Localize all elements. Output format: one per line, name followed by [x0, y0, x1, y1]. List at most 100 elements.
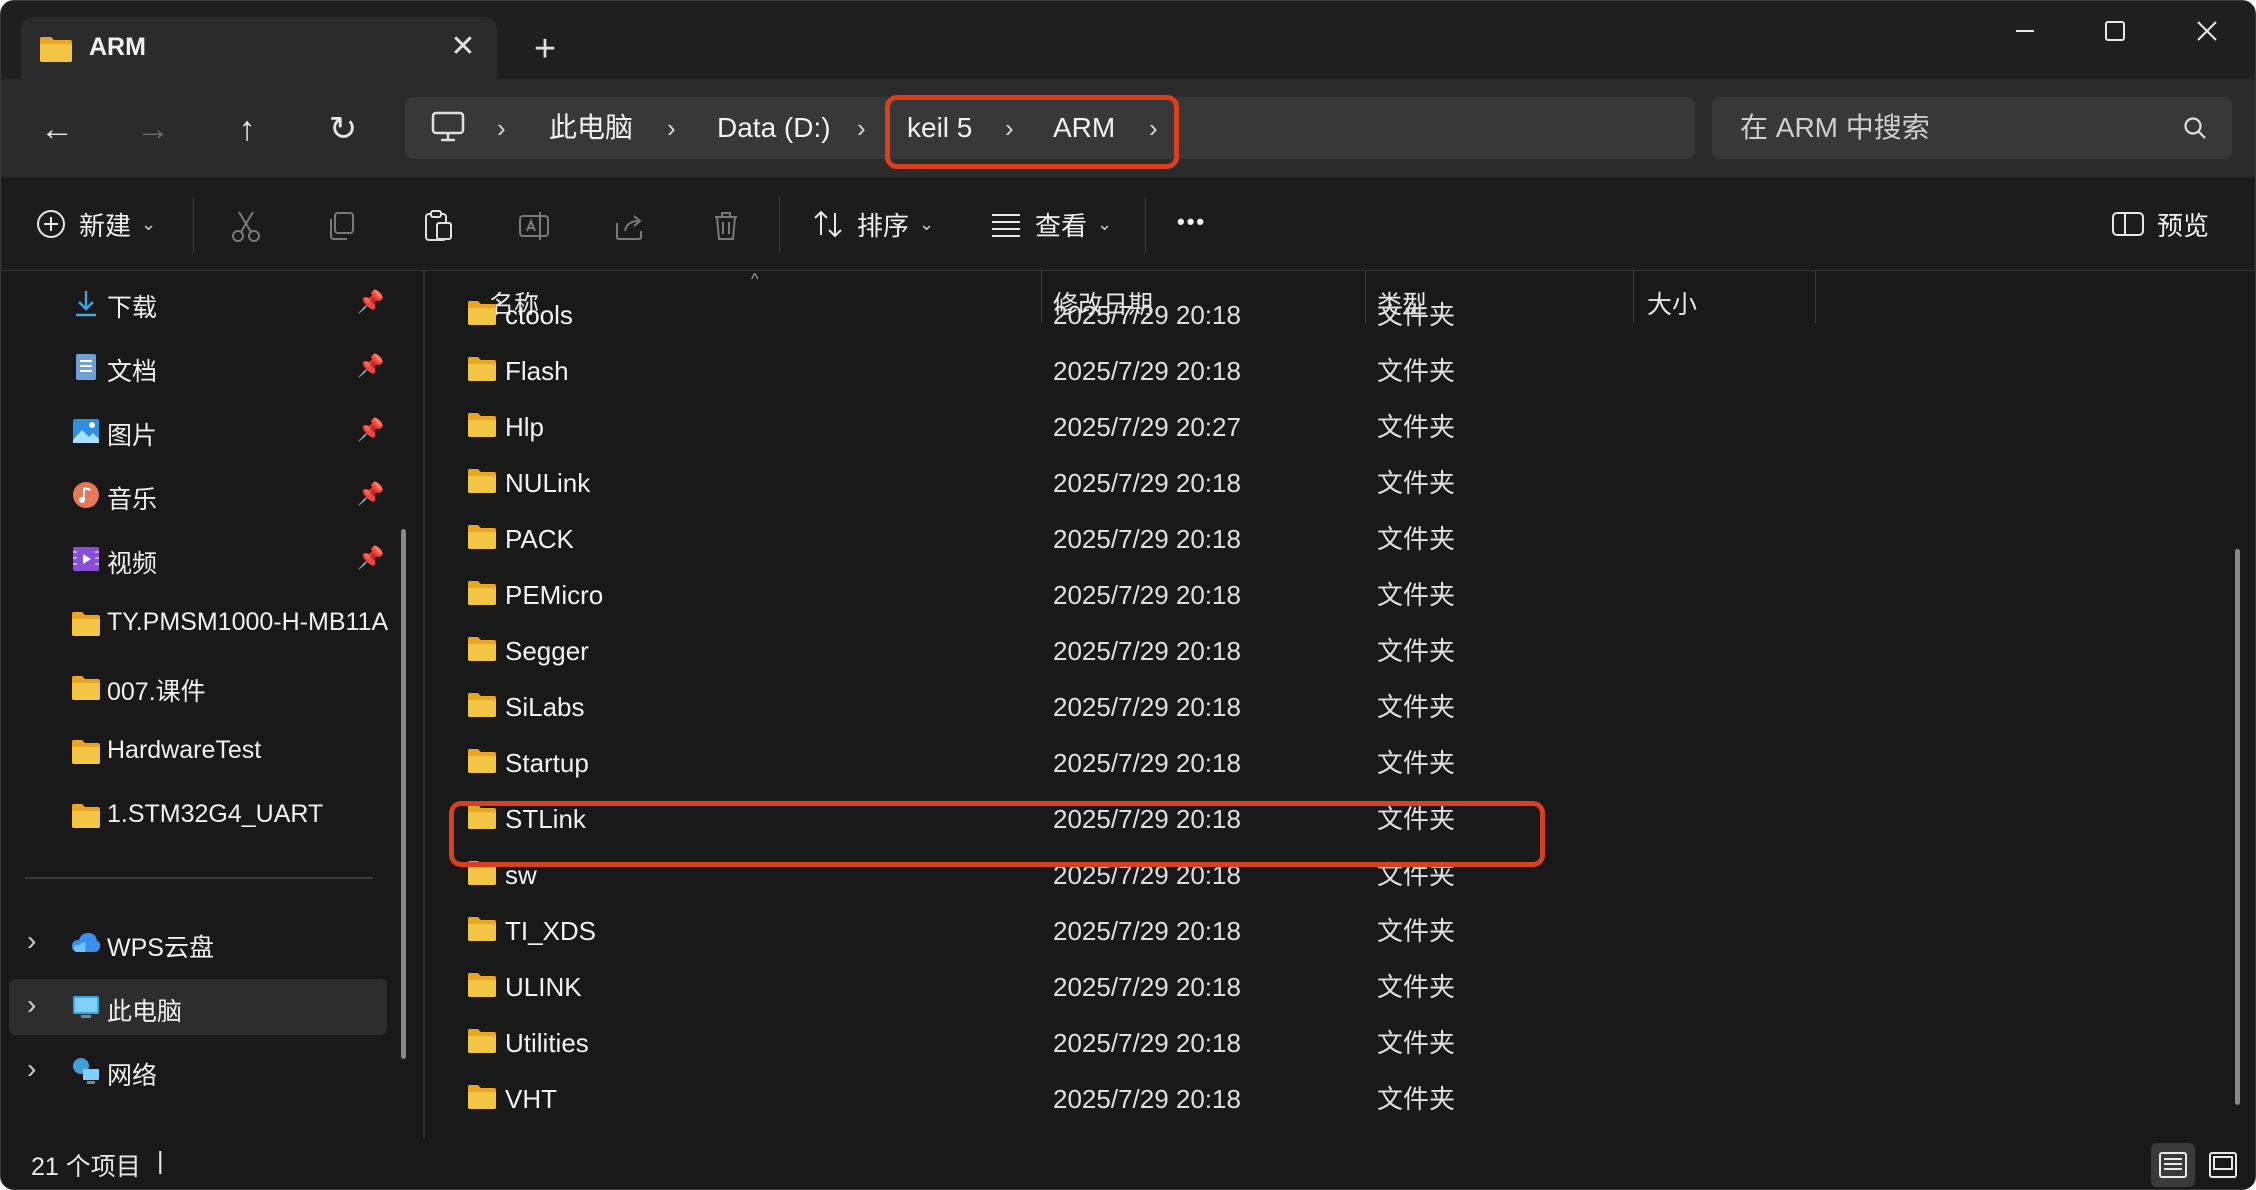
sidebar-item-ty-pmsm[interactable]: TY.PMSM1000-H-MB11A — [1, 595, 391, 651]
pin-icon[interactable]: 📌 — [357, 353, 384, 379]
large-icons-view-button[interactable] — [2201, 1143, 2245, 1187]
sidebar-item-label: 视频 — [107, 550, 158, 578]
pin-icon[interactable]: 📌 — [357, 417, 384, 443]
preview-pane-button[interactable]: 预览 — [2111, 199, 2209, 249]
file-type: 文件夹 — [1377, 636, 1456, 666]
sidebar-item-downloads[interactable]: 下载 📌 — [1, 275, 391, 331]
file-date: 2025/7/29 20:18 — [1053, 1028, 1241, 1058]
up-button[interactable]: ↑ — [219, 101, 275, 157]
file-row[interactable]: VHT 2025/7/29 20:18 文件夹 — [445, 1071, 1945, 1127]
folder-icon — [467, 636, 497, 667]
file-row[interactable]: TI_XDS 2025/7/29 20:18 文件夹 — [445, 903, 1945, 959]
file-name: Flash — [505, 356, 569, 386]
search-icon[interactable] — [2182, 115, 2208, 146]
folder-icon — [467, 692, 497, 723]
folder-icon — [467, 356, 497, 387]
file-row[interactable]: Segger 2025/7/29 20:18 文件夹 — [445, 623, 1945, 679]
sidebar-scrollbar[interactable] — [401, 529, 406, 1059]
new-tab-button[interactable]: + — [521, 25, 569, 73]
copy-button[interactable] — [325, 201, 359, 251]
divider — [193, 197, 194, 253]
file-row[interactable]: NULink 2025/7/29 20:18 文件夹 — [445, 455, 1945, 511]
view-button[interactable]: 查看 ⌄ — [989, 199, 1112, 249]
file-row[interactable]: PEMicro 2025/7/29 20:18 文件夹 — [445, 567, 1945, 623]
search-input[interactable]: 在 ARM 中搜索 — [1712, 97, 2232, 159]
folder-icon — [467, 524, 497, 555]
folder-icon — [467, 972, 497, 1003]
file-date: 2025/7/29 20:18 — [1053, 468, 1241, 498]
close-window-button[interactable] — [2177, 9, 2237, 53]
file-name: TI_XDS — [505, 916, 597, 946]
file-name: Hlp — [505, 412, 545, 442]
tab-arm[interactable]: ARM ✕ — [21, 17, 497, 79]
delete-button[interactable] — [709, 201, 743, 251]
back-button[interactable]: ← — [29, 101, 85, 157]
file-list-scrollbar[interactable] — [2235, 549, 2240, 1105]
file-name: Utilities — [505, 1028, 589, 1058]
chevron-down-icon: ⌄ — [919, 213, 935, 234]
sidebar-item-label: TY.PMSM1000-H-MB11A — [107, 608, 389, 636]
file-date: 2025/7/29 20:18 — [1053, 916, 1241, 946]
file-row[interactable]: Utilities 2025/7/29 20:18 文件夹 — [445, 1015, 1945, 1071]
folder-icon — [71, 800, 101, 830]
sidebar-item-documents[interactable]: 文档 📌 — [1, 339, 391, 395]
large-icons-view-icon — [2209, 1152, 2237, 1178]
forward-button[interactable]: → — [125, 101, 181, 157]
details-view-button[interactable] — [2151, 1143, 2195, 1187]
sort-button[interactable]: 排序 ⌄ — [811, 199, 934, 249]
file-row[interactable]: SiLabs 2025/7/29 20:18 文件夹 — [445, 679, 1945, 735]
chevron-right-icon[interactable]: › — [857, 97, 866, 159]
more-options-button[interactable]: ••• — [1177, 197, 1206, 247]
sidebar-item-label: WPS云盘 — [107, 934, 214, 962]
sidebar-item-007[interactable]: 007.课件 — [1, 659, 391, 715]
chevron-right-icon[interactable]: › — [27, 925, 36, 957]
maximize-button[interactable] — [2085, 9, 2145, 53]
file-row[interactable]: Flash 2025/7/29 20:18 文件夹 — [445, 343, 1945, 399]
pin-icon[interactable]: 📌 — [357, 289, 384, 315]
share-button[interactable] — [613, 201, 647, 251]
file-row[interactable]: ctools 2025/7/29 20:18 文件夹 — [445, 287, 1945, 343]
folder-icon — [467, 1084, 497, 1115]
file-row[interactable]: Startup 2025/7/29 20:18 文件夹 — [445, 735, 1945, 791]
file-type: 文件夹 — [1377, 972, 1456, 1002]
file-name: ctools — [505, 300, 573, 330]
sidebar-item-hardwaretest[interactable]: HardwareTest — [1, 723, 391, 779]
folder-icon — [39, 35, 73, 68]
sidebar-item-music[interactable]: 音乐 📌 — [1, 467, 391, 523]
music-icon — [71, 480, 101, 510]
pin-icon[interactable]: 📌 — [357, 481, 384, 507]
file-row[interactable]: PACK 2025/7/29 20:18 文件夹 — [445, 511, 1945, 567]
cut-button[interactable] — [229, 201, 263, 251]
sidebar-item-this-pc[interactable]: › 此电脑 — [9, 979, 387, 1035]
file-type: 文件夹 — [1377, 412, 1456, 442]
close-tab-icon[interactable]: ✕ — [441, 25, 485, 69]
breadcrumb-data-drive[interactable]: Data (D:) — [717, 97, 831, 159]
breadcrumb-this-pc[interactable]: 此电脑 — [549, 97, 633, 159]
sidebar-item-network[interactable]: › 网络 — [1, 1043, 391, 1099]
pin-icon[interactable]: 📌 — [357, 545, 384, 571]
file-name: SiLabs — [505, 692, 585, 722]
refresh-button[interactable]: ↻ — [315, 101, 371, 157]
rename-button[interactable] — [517, 201, 551, 251]
folder-icon — [467, 468, 497, 499]
minimize-button[interactable] — [1995, 9, 2055, 53]
folder-icon — [71, 736, 101, 766]
chevron-right-icon[interactable]: › — [27, 1053, 36, 1085]
tab-title: ARM — [89, 33, 146, 61]
chevron-right-icon[interactable]: › — [667, 97, 676, 159]
file-row[interactable]: Hlp 2025/7/29 20:27 文件夹 — [445, 399, 1945, 455]
sidebar-item-label: HardwareTest — [107, 736, 262, 764]
chevron-down-icon: ⌄ — [1097, 213, 1113, 234]
file-type: 文件夹 — [1377, 524, 1456, 554]
sidebar-item-wps-cloud[interactable]: › WPS云盘 — [1, 915, 391, 971]
sidebar-item-videos[interactable]: 视频 📌 — [1, 531, 391, 587]
new-button[interactable]: 新建 ⌄ — [35, 199, 156, 249]
chevron-right-icon[interactable]: › — [497, 97, 506, 159]
trash-icon — [709, 209, 743, 243]
paste-button[interactable] — [421, 201, 455, 251]
chevron-right-icon[interactable]: › — [27, 989, 36, 1021]
sidebar-item-pictures[interactable]: 图片 📌 — [1, 403, 391, 459]
folder-icon — [467, 580, 497, 611]
file-row[interactable]: ULINK 2025/7/29 20:18 文件夹 — [445, 959, 1945, 1015]
sidebar-item-stm32g4-uart[interactable]: 1.STM32G4_UART — [1, 787, 391, 843]
